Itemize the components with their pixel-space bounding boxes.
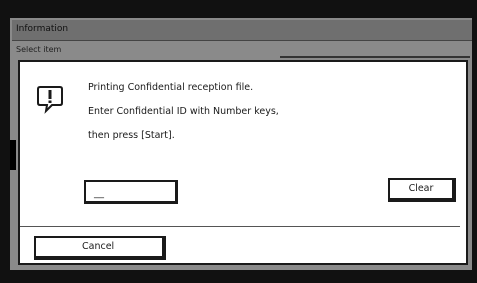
confidential-id-input[interactable]: __ xyxy=(84,180,178,204)
window-title: Information xyxy=(16,24,69,34)
printer-panel-screen: Information Select item Printing Confide… xyxy=(0,0,477,283)
background-titlebar xyxy=(12,20,472,41)
bezel-right xyxy=(472,0,477,283)
bezel-left xyxy=(0,0,10,283)
exclamation-icon xyxy=(37,86,63,114)
panel-marker xyxy=(10,140,16,170)
dialog-divider xyxy=(20,226,460,227)
bezel-top xyxy=(0,0,477,18)
id-input-value: __ xyxy=(94,188,104,199)
message-line-2: Enter Confidential ID with Number keys, xyxy=(88,106,279,117)
message-line-3: then press [Start]. xyxy=(88,130,175,141)
clear-button[interactable]: Clear xyxy=(388,178,456,202)
bezel-bottom xyxy=(0,270,477,283)
cancel-button[interactable]: Cancel xyxy=(34,236,166,260)
divider xyxy=(280,56,470,58)
message-line-1: Printing Confidential reception file. xyxy=(88,82,254,93)
window-subtitle: Select item xyxy=(16,45,62,54)
